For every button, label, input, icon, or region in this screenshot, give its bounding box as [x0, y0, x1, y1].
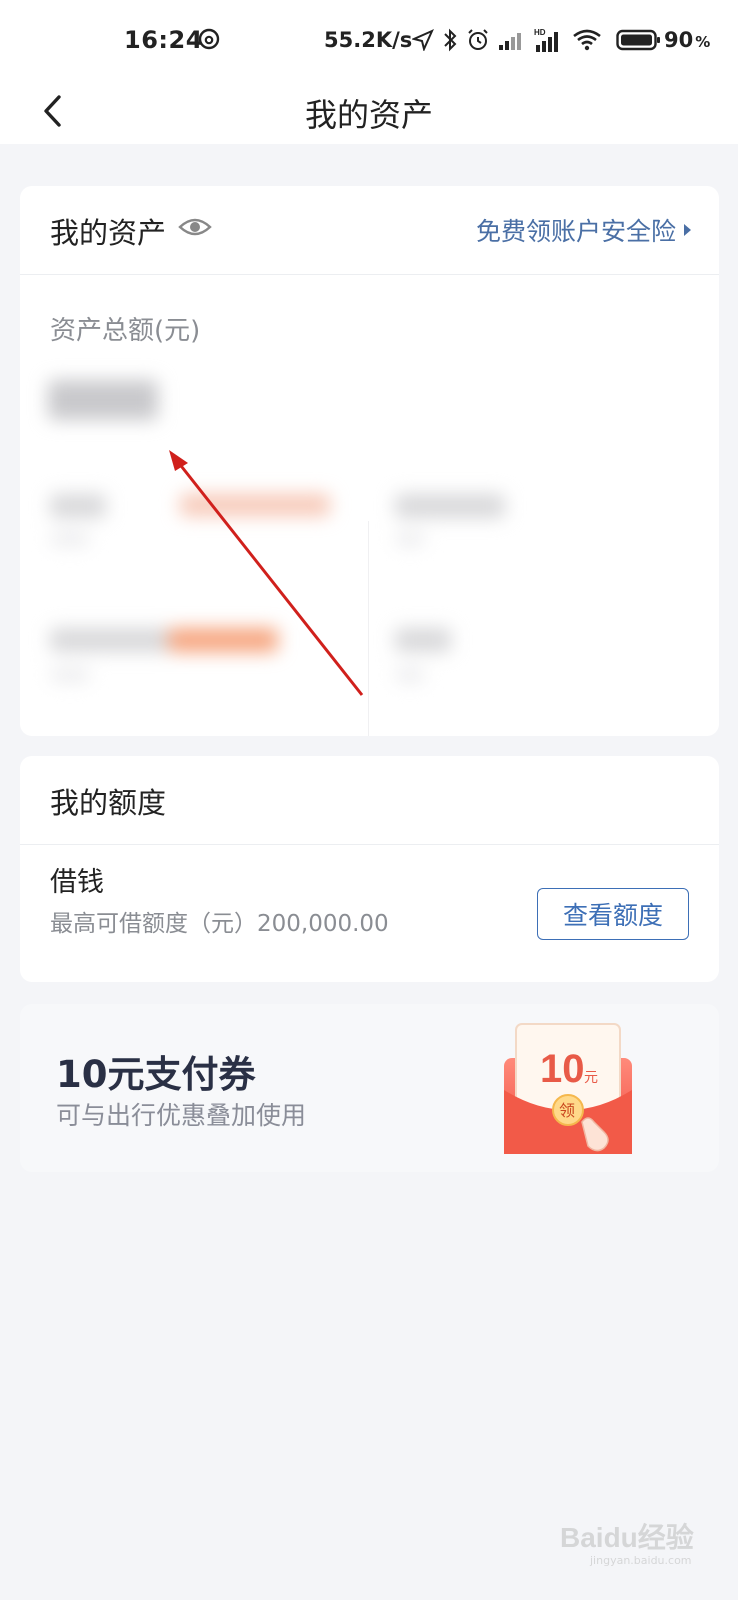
grid-divider	[368, 521, 369, 736]
red-packet-icon[interactable]: 10 元 领	[500, 1018, 636, 1158]
coupon-promo-card[interactable]: 10元支付券 可与出行优惠叠加使用 10 元 领	[20, 1004, 719, 1172]
coupon-title: 10元支付券	[56, 1053, 256, 1096]
packet-badge: 领	[559, 1101, 575, 1120]
status-bar: 16:24 55.2K/s HD 90%	[0, 0, 738, 80]
battery-icon	[616, 29, 660, 51]
alarm-icon	[468, 29, 488, 50]
blurred-item	[50, 532, 90, 546]
location-icon	[412, 29, 434, 51]
wifi-icon	[573, 29, 601, 51]
eye-icon[interactable]	[178, 215, 212, 239]
assets-card: 我的资产 免费领账户安全险 资产总额(元)	[20, 186, 719, 736]
quota-card-header: 我的额度	[20, 756, 719, 845]
signal-icon	[499, 33, 521, 50]
hd-signal-icon: HD	[534, 28, 558, 52]
battery-percent: 90%	[664, 28, 710, 52]
watermark-text: Baidu经验	[560, 1522, 694, 1553]
triangle-right-icon	[684, 224, 691, 236]
battery-percent-unit: %	[695, 33, 711, 51]
battery-percent-value: 90	[664, 28, 694, 52]
status-time: 16:24	[124, 26, 203, 54]
blurred-total-amount	[48, 380, 158, 420]
blurred-item	[395, 668, 425, 682]
insurance-link[interactable]: 免费领账户安全险	[476, 212, 691, 248]
view-quota-button[interactable]: 查看额度	[537, 888, 689, 940]
netease-music-icon	[198, 28, 220, 50]
blurred-asset-details	[20, 356, 719, 736]
nav-bar: 我的资产	[0, 80, 738, 144]
blurred-item	[180, 494, 330, 516]
blurred-item	[395, 494, 505, 518]
quota-card: 我的额度 借钱 最高可借额度（元）200,000.00 查看额度	[20, 756, 719, 982]
borrow-limit-text: 最高可借额度（元）200,000.00	[50, 911, 389, 937]
baidu-watermark: Baidu经验 jingyan.baidu.com	[560, 1516, 710, 1567]
svg-text:HD: HD	[534, 28, 546, 37]
borrow-title: 借钱	[50, 867, 104, 898]
blurred-item	[50, 668, 90, 682]
blurred-item	[395, 532, 425, 546]
insurance-link-label: 免费领账户安全险	[475, 217, 676, 246]
bluetooth-icon	[444, 28, 457, 52]
quota-card-title: 我的额度	[50, 786, 167, 820]
packet-unit: 元	[584, 1070, 598, 1086]
status-icons: HD	[412, 26, 662, 54]
page-title: 我的资产	[304, 96, 433, 134]
coupon-subtitle: 可与出行优惠叠加使用	[56, 1101, 307, 1130]
total-assets-label: 资产总额(元)	[50, 316, 201, 346]
assets-card-header: 我的资产 免费领账户安全险	[20, 186, 719, 275]
assets-card-title: 我的资产	[50, 216, 167, 250]
packet-amount: 10	[540, 1047, 585, 1091]
net-speed: 55.2K/s	[324, 28, 413, 52]
blurred-item	[168, 628, 278, 652]
blurred-item	[50, 628, 170, 652]
blurred-item	[50, 494, 106, 518]
blurred-item	[395, 628, 451, 652]
